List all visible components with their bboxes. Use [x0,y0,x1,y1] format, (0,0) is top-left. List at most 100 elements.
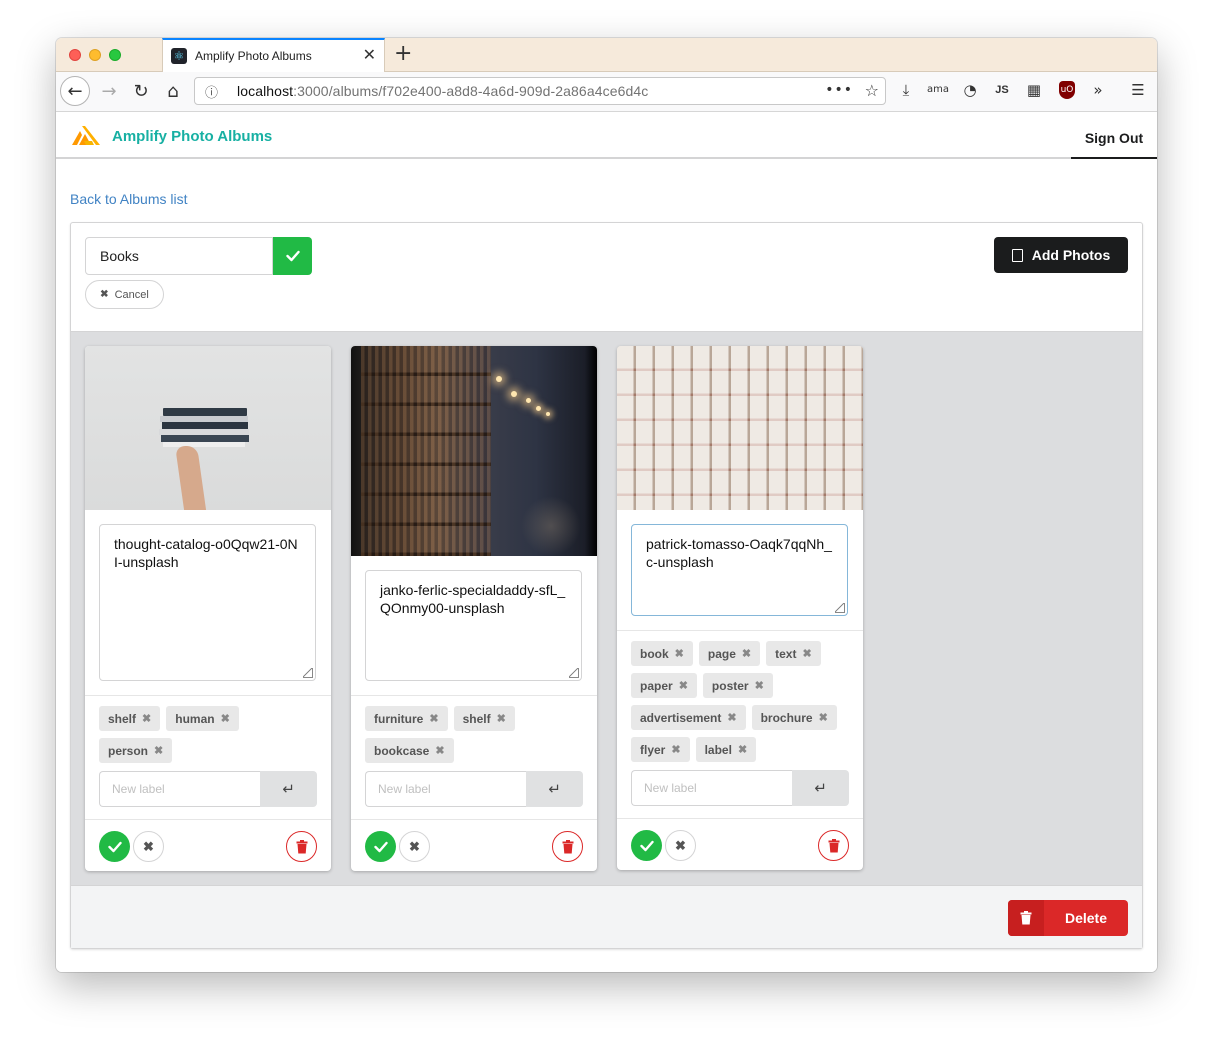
delete-photo-button[interactable] [286,831,317,862]
enter-label-button[interactable]: ↵ [526,771,583,807]
remove-label-icon[interactable]: ✖ [679,679,688,692]
grid-icon[interactable]: ▦ [1023,80,1045,100]
label-text: text [775,646,797,661]
label-tag: book ✖ [631,641,693,666]
new-label-input[interactable]: New label [631,770,793,806]
resize-grip-icon[interactable] [303,668,313,678]
url-text: localhost:3000/albums/f702e400-a8d8-4a6d… [237,83,648,99]
amazon-icon[interactable]: ama [927,80,949,100]
card-actions: ✖ [85,819,331,871]
label-tag: text ✖ [766,641,821,666]
home-icon[interactable]: ⌂ [158,76,188,106]
photo-image[interactable] [85,346,331,510]
ublock-icon[interactable]: uO [1059,81,1075,99]
remove-label-icon[interactable]: ✖ [497,712,506,725]
react-icon: ⚛ [171,48,187,64]
label-text: human [175,711,215,726]
remove-label-icon[interactable]: ✖ [671,743,680,756]
label-list: shelf ✖ human ✖ person ✖ [99,706,317,770]
download-icon[interactable]: ⤓ [895,80,917,100]
minimize-window-button[interactable] [89,49,101,61]
remove-label-icon[interactable]: ✖ [221,712,230,725]
photo-grid: thought-catalog-o0Qqw21-0NI-unsplash she… [71,331,1142,885]
photo-description-textarea[interactable]: thought-catalog-o0Qqw21-0NI-unsplash [99,524,316,681]
bookmark-star-icon[interactable]: ☆ [865,81,879,100]
label-tag: person ✖ [99,738,173,763]
remove-label-icon[interactable]: ✖ [142,712,151,725]
close-window-button[interactable] [69,49,81,61]
check-icon [107,841,122,852]
new-label-input[interactable]: New label [99,771,261,807]
delete-photo-button[interactable] [552,831,583,862]
save-photo-button[interactable] [365,831,396,862]
label-tag: label ✖ [695,737,757,762]
photo-description-textarea[interactable]: patrick-tomasso-Oaqk7qqNh_c-unsplash [631,524,848,616]
resize-grip-icon[interactable] [835,603,845,613]
sign-out-button[interactable]: Sign Out [1071,113,1157,159]
amplify-logo-icon [72,126,100,145]
label-text: advertisement [640,710,722,725]
remove-label-icon[interactable]: ✖ [435,744,444,757]
cancel-photo-button[interactable]: ✖ [665,830,696,861]
back-to-albums-link[interactable]: Back to Albums list [70,191,188,207]
label-list: furniture ✖ shelf ✖ bookcase ✖ [365,706,583,770]
password-icon[interactable]: ◔ [959,80,981,100]
save-name-button[interactable] [273,237,312,275]
remove-label-icon[interactable]: ✖ [755,679,764,692]
remove-label-icon[interactable]: ✖ [429,712,438,725]
enter-label-button[interactable]: ↵ [792,770,849,806]
close-tab-icon[interactable]: ✕ [363,48,376,64]
photo-image[interactable] [617,346,863,510]
url-host: localhost [237,83,294,99]
photo-image[interactable] [351,346,597,556]
zoom-window-button[interactable] [109,49,121,61]
js-extension-icon[interactable]: JS [991,80,1013,100]
save-photo-button[interactable] [631,830,662,861]
description-wrapper: patrick-tomasso-Oaqk7qqNh_c-unsplash [617,510,863,631]
label-text: poster [711,678,749,693]
label-text: brochure [760,710,813,725]
remove-label-icon[interactable]: ✖ [675,647,684,660]
cancel-button[interactable]: ✖ Cancel [85,280,164,309]
trash-icon [1008,900,1044,936]
overflow-icon[interactable]: » [1087,80,1109,100]
browser-tab[interactable]: ⚛ Amplify Photo Albums ✕ [162,38,385,72]
browser-window: ⚛ Amplify Photo Albums ✕ + ← → ↻ ⌂ ⓘ loc… [56,38,1157,972]
forward-icon[interactable]: → [94,76,124,106]
cancel-photo-button[interactable]: ✖ [133,831,164,862]
reload-icon[interactable]: ↻ [126,76,156,106]
remove-label-icon[interactable]: ✖ [802,647,811,660]
add-photos-button[interactable]: Add Photos [994,237,1128,273]
back-icon[interactable]: ← [60,76,90,106]
labels-section: book ✖ page ✖ text ✖ paper ✖ poster ✖ adverti… [617,631,863,806]
info-icon[interactable]: ⓘ [205,82,223,101]
url-bar[interactable]: ⓘ localhost:3000/albums/f702e400-a8d8-4a… [194,77,886,105]
photo-card: janko-ferlic-specialdaddy-sfL_QOnmy00-un… [351,346,597,871]
hamburger-menu-icon[interactable]: ☰ [1127,80,1149,100]
cancel-photo-button[interactable]: ✖ [399,831,430,862]
app-header: Amplify Photo Albums Sign Out [56,113,1157,159]
delete-photo-button[interactable] [818,830,849,861]
app-title[interactable]: Amplify Photo Albums [112,128,272,145]
remove-label-icon[interactable]: ✖ [727,711,736,724]
label-tag: shelf ✖ [99,706,161,731]
photo-card: thought-catalog-o0Qqw21-0NI-unsplash she… [85,346,331,871]
new-label-input[interactable]: New label [365,771,527,807]
resize-grip-icon[interactable] [569,668,579,678]
label-tag: page ✖ [698,641,761,666]
delete-album-button[interactable]: Delete [1008,900,1128,936]
save-photo-button[interactable] [99,831,130,862]
description-wrapper: janko-ferlic-specialdaddy-sfL_QOnmy00-un… [351,556,597,696]
album-name-input[interactable]: Books [85,237,273,275]
remove-label-icon[interactable]: ✖ [738,743,747,756]
remove-label-icon[interactable]: ✖ [742,647,751,660]
label-tag: brochure ✖ [751,705,837,730]
enter-label-button[interactable]: ↵ [260,771,317,807]
label-text: bookcase [374,743,430,758]
new-tab-icon[interactable]: + [394,43,412,65]
remove-label-icon[interactable]: ✖ [819,711,828,724]
photo-description-textarea[interactable]: janko-ferlic-specialdaddy-sfL_QOnmy00-un… [365,570,582,681]
page-actions-icon[interactable]: ••• [825,82,853,98]
remove-label-icon[interactable]: ✖ [154,744,163,757]
photo-card: patrick-tomasso-Oaqk7qqNh_c-unsplash boo… [617,346,863,870]
